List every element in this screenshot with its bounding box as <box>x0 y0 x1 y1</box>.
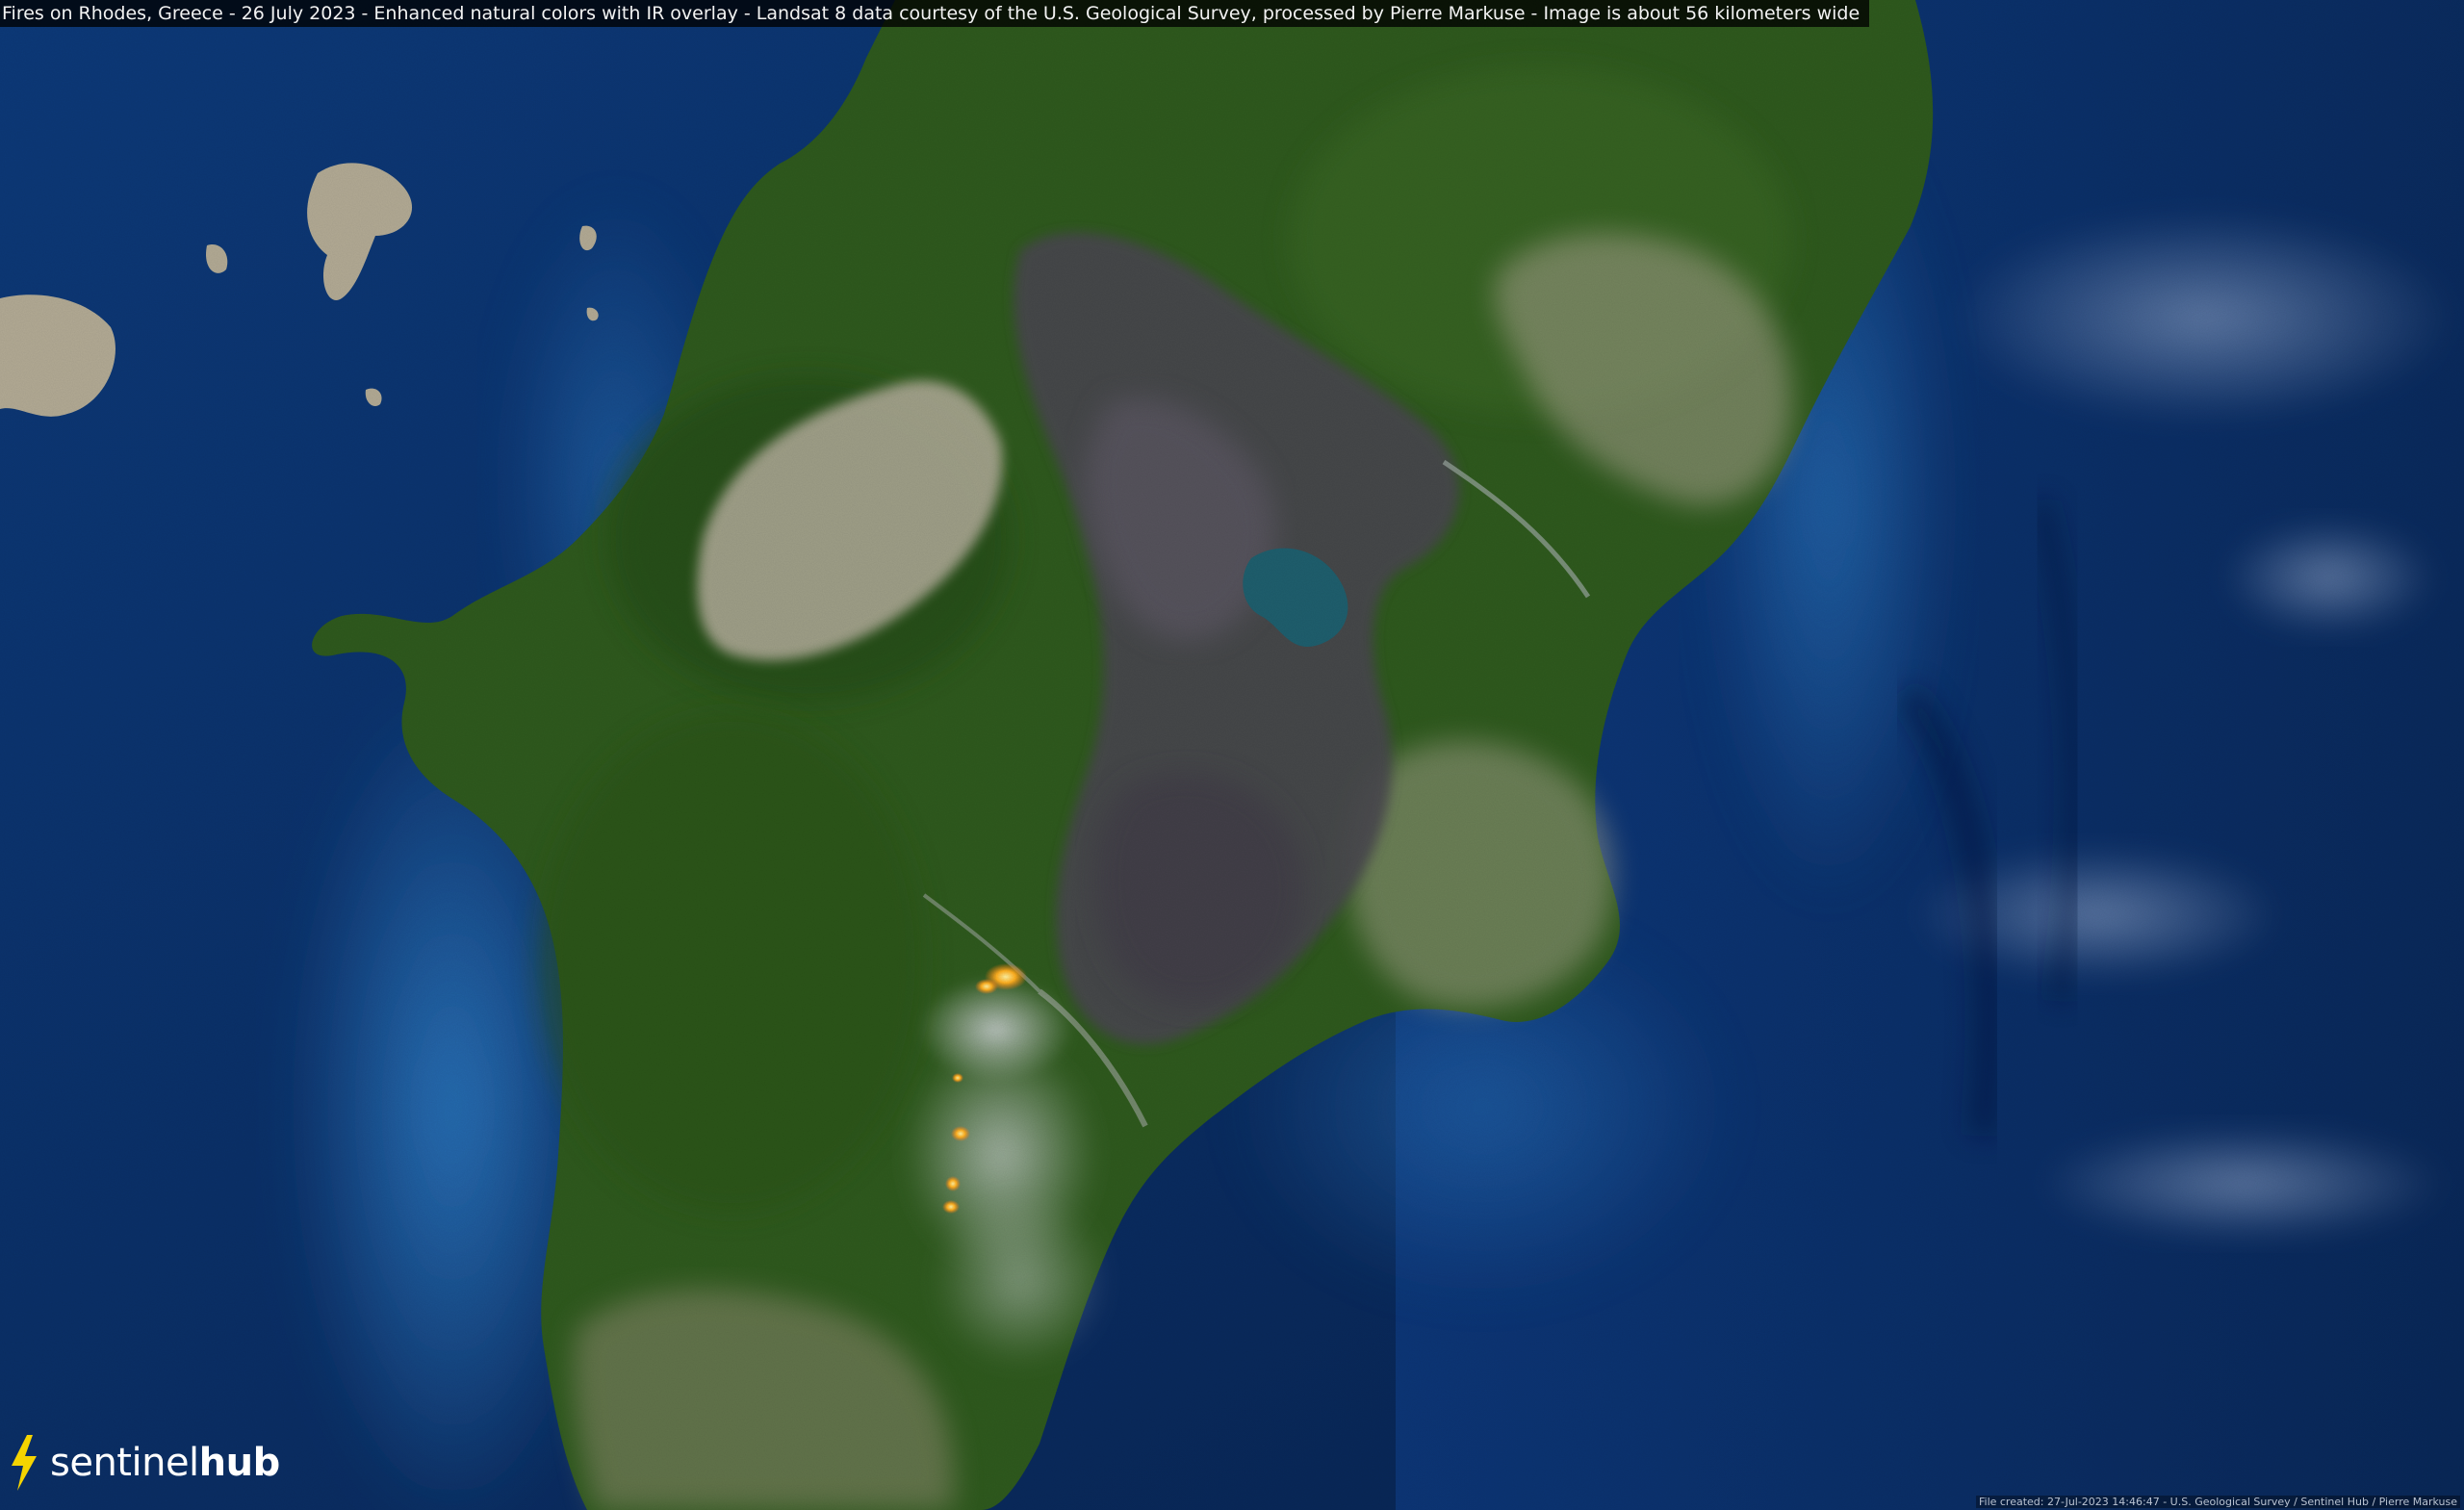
sentinelhub-wordmark: sentinelhub <box>50 1444 280 1482</box>
image-caption: Fires on Rhodes, Greece - 26 July 2023 -… <box>0 0 1870 27</box>
file-credit: File created: 27-Jul-2023 14:46:47 - U.S… <box>1975 1496 2460 1508</box>
sentinelhub-wordmark-part2: hub <box>198 1441 281 1485</box>
sentinelhub-logo-icon <box>12 1435 37 1491</box>
satellite-image-frame: Fires on Rhodes, Greece - 26 July 2023 -… <box>0 0 2464 1510</box>
sentinelhub-wordmark-part1: sentinel <box>50 1441 199 1485</box>
sentinelhub-logo: sentinelhub <box>6 1433 280 1493</box>
satellite-image <box>0 0 2464 1510</box>
